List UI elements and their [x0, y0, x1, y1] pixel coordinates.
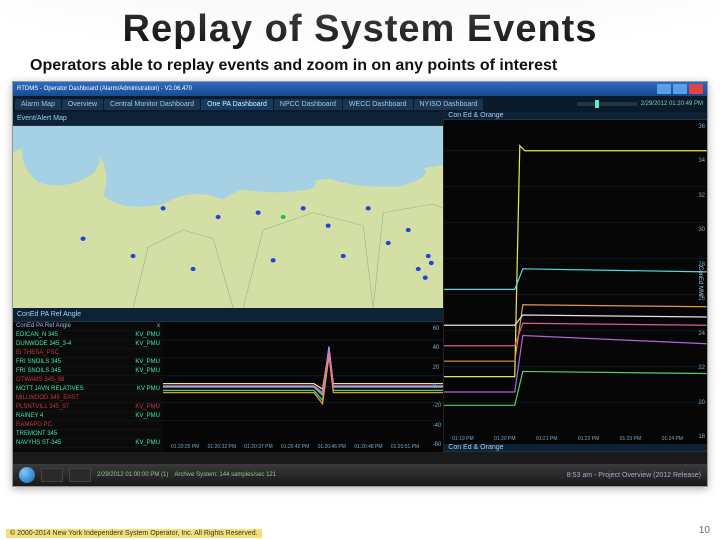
window-minimize-button[interactable] — [657, 84, 671, 94]
table-row[interactable]: FRI SNOILS 345KV_PMU — [13, 367, 163, 376]
tab-bar: Alarm Map Overview Central Monitor Dashb… — [13, 96, 707, 112]
map-panel-header: Event/Alert Map — [13, 112, 443, 126]
right-chart-header: Con Ed & Orange — [444, 112, 707, 120]
start-button[interactable] — [19, 467, 35, 483]
right-chart[interactable]: 36343230282624222018 01:19 PM01:20 PM01:… — [444, 120, 707, 444]
table-row[interactable]: FRI SNOILS 345KV_PMU — [13, 358, 163, 367]
table-row[interactable]: EI THESA_PSC — [13, 349, 163, 358]
window-titlebar[interactable]: RTDMS - Operator Dashboard (Alarm/Admini… — [13, 82, 707, 96]
tab-alarm-map[interactable]: Alarm Map — [15, 99, 61, 110]
pmu-table[interactable]: ConEd PA Ref Anglex EDICAN_N 345KV_PMUDU… — [13, 322, 163, 452]
window-title: RTDMS - Operator Dashboard (Alarm/Admini… — [17, 86, 192, 92]
window-close-button[interactable] — [689, 84, 703, 94]
slider-timestamp: 2/29/2012 01:20:49 PM — [641, 101, 703, 107]
page-number: 10 — [699, 525, 710, 536]
right-chart-ylabel: ConEd MW — [697, 266, 703, 297]
geo-map[interactable] — [13, 126, 443, 308]
tab-overview[interactable]: Overview — [62, 99, 103, 110]
slider-thumb[interactable] — [595, 100, 599, 108]
right-chart-footer: Con Ed & Orange — [444, 444, 707, 452]
table-row[interactable]: OTWAMS 345_98 — [13, 376, 163, 385]
table-row[interactable]: NAVYHS ST-345KV_PMU — [13, 439, 163, 448]
tab-central-monitor[interactable]: Central Monitor Dashboard — [104, 99, 200, 110]
taskbar-app-2[interactable] — [69, 468, 91, 482]
table-row[interactable]: EDICAN_N 345KV_PMU — [13, 331, 163, 340]
window-maximize-button[interactable] — [673, 84, 687, 94]
taskbar-app-1[interactable] — [41, 468, 63, 482]
angle-chart[interactable]: 6040200-20-40-60 01:20:25 PM01:20:32 PM0… — [163, 322, 443, 452]
taskbar-status: Archive System: 144 samples/sec 121 — [174, 472, 276, 478]
table-row[interactable]: MILLWOOD 345_EAST — [13, 394, 163, 403]
taskbar-timestamp: 2/29/2012 01:00:00 PM (1) — [97, 472, 168, 478]
tab-nyiso[interactable]: NYISO Dashboard — [414, 99, 484, 110]
map-point-highlight[interactable] — [281, 215, 286, 219]
os-taskbar[interactable]: 2/29/2012 01:00:00 PM (1) Archive System… — [13, 464, 707, 486]
table-row[interactable]: TREMONT 345 — [13, 430, 163, 439]
table-row[interactable]: PLSNTVILL 345_97KV_PMU — [13, 403, 163, 412]
table-row[interactable]: DUNWODE 345_3-4KV_PMU — [13, 340, 163, 349]
tab-one-pa[interactable]: One PA Dashboard — [201, 99, 273, 110]
taskbar-clock: 8:53 am - Project Overview (2012 Release… — [567, 472, 701, 479]
table-row[interactable]: MOTT JAVN RELATIVESKV PMU — [13, 385, 163, 394]
slide-copyright: © 2000-2014 New York Independent System … — [6, 529, 262, 538]
table-row[interactable]: RAMAPO PC — [13, 421, 163, 430]
app-window: RTDMS - Operator Dashboard (Alarm/Admini… — [12, 81, 708, 487]
tab-npcc[interactable]: NPCC Dashboard — [274, 99, 342, 110]
table-row[interactable]: RAINEY 4KV_PMU — [13, 412, 163, 421]
replay-slider[interactable]: 2/29/2012 01:20:49 PM — [573, 101, 707, 107]
angle-panel-header: ConEd PA Ref Angle — [13, 308, 443, 322]
tab-wecc[interactable]: WECC Dashboard — [343, 99, 413, 110]
